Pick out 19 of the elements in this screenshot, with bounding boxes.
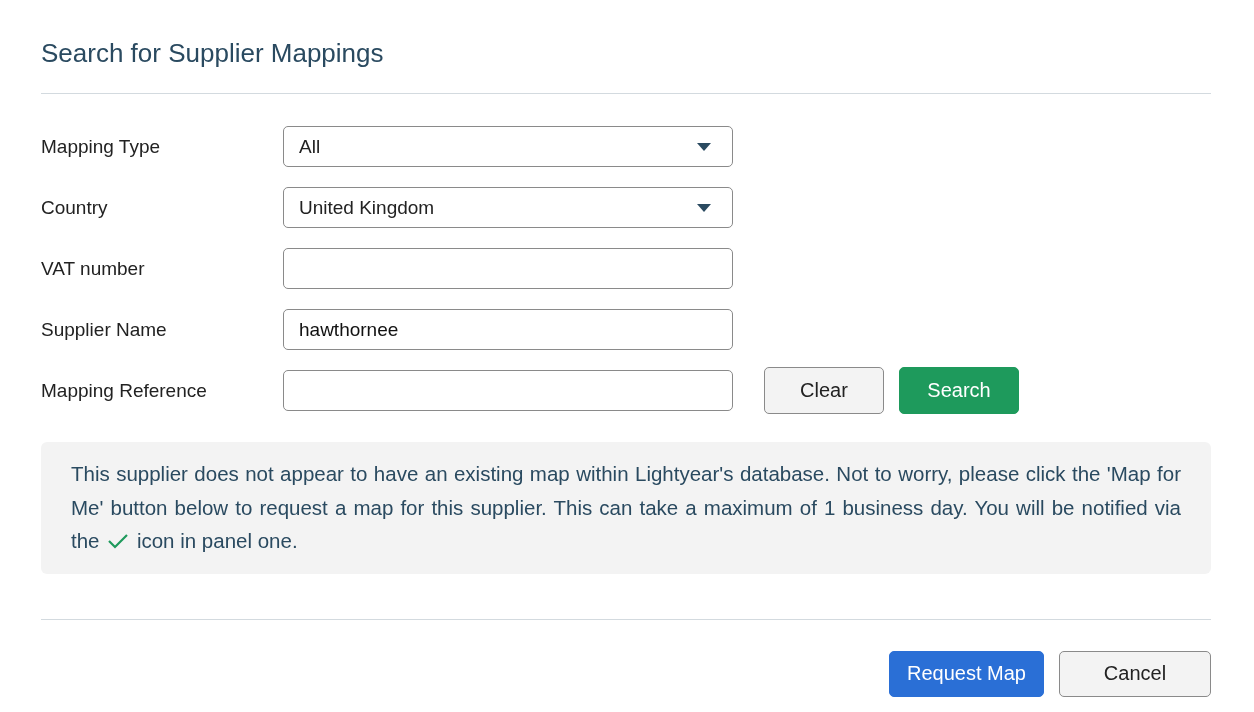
field-label: Mapping Type — [41, 135, 161, 158]
field-label: Mapping Reference — [41, 379, 208, 402]
form-button[interactable]: Search — [899, 367, 1019, 414]
caret-icon — [697, 142, 711, 151]
footer-button[interactable]: Cancel — [1059, 650, 1211, 697]
caret-icon — [697, 203, 711, 212]
footer-button[interactable]: Request Map — [889, 650, 1044, 697]
notice-text: This supplier does not appear to have an existing map within Lightyear's database. Not to worry, please click the 'Map for Me' button below to request a map for this supplier. This can take a maximum of 1 business day. You will be notified via the icon in panel one. — [71, 461, 1181, 554]
dropdown[interactable]: All — [283, 126, 733, 167]
field-label: Country — [41, 196, 109, 219]
field-label: Supplier Name — [41, 318, 168, 341]
input-field[interactable]: hawthornee — [283, 309, 733, 350]
check-icon — [107, 533, 130, 549]
form-button[interactable]: Clear — [764, 367, 884, 414]
dropdown[interactable]: United Kingdom — [283, 187, 733, 228]
input-field[interactable] — [283, 248, 733, 289]
input-field[interactable] — [283, 370, 733, 411]
field-label: VAT number — [41, 257, 146, 280]
dialog-title: Search for Supplier Mappings — [41, 37, 384, 70]
